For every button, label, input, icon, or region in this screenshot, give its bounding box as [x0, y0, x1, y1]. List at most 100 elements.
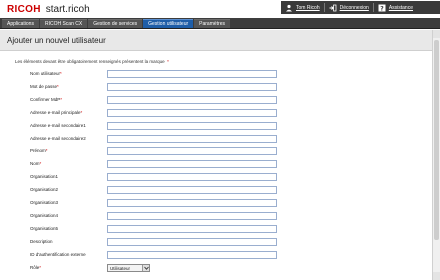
field-label: Adresse e-mail secondaire2: [30, 136, 86, 141]
form-row: Organisation4: [30, 211, 280, 221]
field-label: Mot de passe*: [30, 84, 59, 89]
required-note: Les éléments devant être obligatoirement…: [15, 59, 169, 64]
adresse-e-mail-principale-input[interactable]: [107, 108, 277, 117]
user-icon: [285, 4, 293, 12]
field-label: ID d'authentification externe: [30, 252, 86, 257]
mot-de-passe-input[interactable]: [107, 82, 277, 91]
form-row: Prénom*: [30, 147, 280, 156]
help-button[interactable]: ? Assistance: [374, 1, 417, 14]
form-row: Adresse e-mail secondaire2: [30, 134, 280, 144]
organisation5-input[interactable]: [107, 224, 277, 233]
organisation4-input[interactable]: [107, 211, 277, 220]
field-label-text: Organisation2: [30, 187, 59, 193]
user-name-link[interactable]: Tom Ricoh: [296, 5, 320, 11]
field-label: Organisation2: [30, 187, 58, 192]
role-select-value: Utilisateur: [110, 265, 131, 271]
field-label: Organisation3: [30, 200, 58, 205]
logout-icon: [329, 4, 337, 12]
confirmer-mdp-input[interactable]: [107, 95, 277, 104]
brand: RICOH start.ricoh: [7, 3, 90, 15]
main-nav: Applications RICOH Scan CX Gestion de se…: [0, 18, 440, 29]
required-marker: *: [165, 59, 169, 64]
scroll-down-button[interactable]: [433, 272, 440, 280]
prenom-input[interactable]: [107, 147, 277, 156]
organisation3-input[interactable]: [107, 199, 277, 207]
field-label-text: Adresse e-mail secondaire1: [30, 122, 86, 128]
field-label: Organisation4: [30, 213, 58, 218]
form-content: Les éléments devant être obligatoirement…: [0, 52, 432, 280]
user-bar: Tom Ricoh Déconnexion ? Assistance: [281, 1, 440, 14]
form-row: Adresse e-mail principale*: [30, 108, 280, 118]
field-label: Adresse e-mail secondaire1: [30, 123, 86, 128]
field-label-text: Organisation1: [30, 174, 59, 180]
app-header: RICOH start.ricoh Tom Ricoh Déconnexion …: [0, 0, 440, 18]
logout-link[interactable]: Déconnexion: [340, 5, 369, 11]
required-marker: *: [45, 148, 48, 154]
role-select[interactable]: Utilisateur: [107, 263, 150, 272]
field-label-text: Organisation4: [30, 212, 59, 218]
field-label: Nom utilisateur*: [30, 71, 62, 76]
form-row: Organisation5: [30, 224, 280, 234]
tab-ricoh-scan-cx[interactable]: RICOH Scan CX: [39, 19, 88, 28]
field-label: Confirmer MdP*: [30, 97, 62, 102]
adresse-e-mail-secondaire1-input[interactable]: [107, 121, 277, 130]
form-row: Rôle* Utilisateur: [30, 263, 280, 273]
scroll-thumb[interactable]: [434, 40, 439, 240]
field-label-text: ID d'authentification externe: [30, 251, 86, 257]
adresse-e-mail-secondaire2-input[interactable]: [107, 134, 277, 143]
required-note-text: Les éléments devant être obligatoirement…: [15, 59, 165, 64]
field-label-text: Organisation5: [30, 225, 59, 231]
field-label-text: Nom utilisateur: [30, 71, 61, 76]
chevron-down-icon: [142, 264, 149, 271]
field-label: Organisation5: [30, 226, 58, 231]
field-label-text: Mot de passe: [30, 83, 58, 89]
field-label-text: Adresse e-mail principale: [30, 109, 81, 115]
required-marker: *: [39, 161, 42, 167]
field-label: Prénom*: [30, 148, 48, 153]
field-label: Adresse e-mail principale*: [30, 110, 82, 115]
form-row: Adresse e-mail secondaire1: [30, 121, 280, 131]
field-label-text: Adresse e-mail secondaire2: [30, 135, 86, 141]
field-label-text: Rôle: [30, 264, 40, 270]
app-title: start.ricoh: [45, 3, 90, 15]
tab-gestion-utilisateur[interactable]: Gestion utilisateur: [143, 19, 194, 28]
ricoh-logo: RICOH: [7, 3, 41, 15]
form-row: Organisation1: [30, 173, 280, 182]
field-label: Rôle*: [30, 265, 41, 270]
field-label: Description: [30, 239, 53, 244]
logout-button[interactable]: Déconnexion: [325, 1, 373, 14]
tab-gestion-de-services[interactable]: Gestion de services: [88, 19, 143, 28]
svg-text:?: ?: [380, 5, 384, 12]
form-row: Nom*: [30, 160, 280, 169]
user-menu[interactable]: Tom Ricoh: [281, 1, 324, 14]
required-marker: *: [39, 264, 42, 270]
nom-input[interactable]: [107, 160, 277, 169]
help-icon: ?: [378, 4, 386, 12]
form-row: Nom utilisateur*: [30, 70, 280, 79]
required-marker: *: [60, 71, 62, 76]
form-row: ID d'authentification externe: [30, 250, 280, 260]
scroll-up-button[interactable]: [433, 30, 440, 38]
tab-applications[interactable]: Applications: [2, 19, 39, 28]
nav-tabs: Applications RICOH Scan CX Gestion de se…: [2, 19, 231, 29]
id-d-authentification-externe-input[interactable]: [107, 250, 277, 259]
organisation1-input[interactable]: [107, 173, 277, 182]
required-marker: *: [57, 83, 59, 89]
field-label-text: Prénom: [30, 148, 46, 154]
vertical-scrollbar[interactable]: [432, 30, 440, 280]
organisation2-input[interactable]: [107, 186, 277, 195]
field-label: Organisation1: [30, 174, 58, 179]
description-input[interactable]: [107, 237, 277, 246]
page-title-bar: Ajouter un nouvel utilisateur: [0, 30, 432, 51]
nom-utilisateur-input[interactable]: [107, 70, 277, 78]
field-label-text: Description: [30, 238, 53, 244]
help-link[interactable]: Assistance: [389, 5, 413, 11]
field-label: Nom*: [30, 161, 41, 166]
form-row: Description: [30, 237, 280, 247]
field-label-text: Confirmer MdP: [30, 96, 61, 102]
form-row: Organisation3: [30, 199, 280, 208]
form-row: Confirmer MdP*: [30, 95, 280, 105]
field-label-text: Organisation3: [30, 200, 59, 205]
page-title: Ajouter un nouvel utilisateur: [7, 36, 106, 45]
tab-parametres[interactable]: Paramètres: [194, 19, 230, 28]
